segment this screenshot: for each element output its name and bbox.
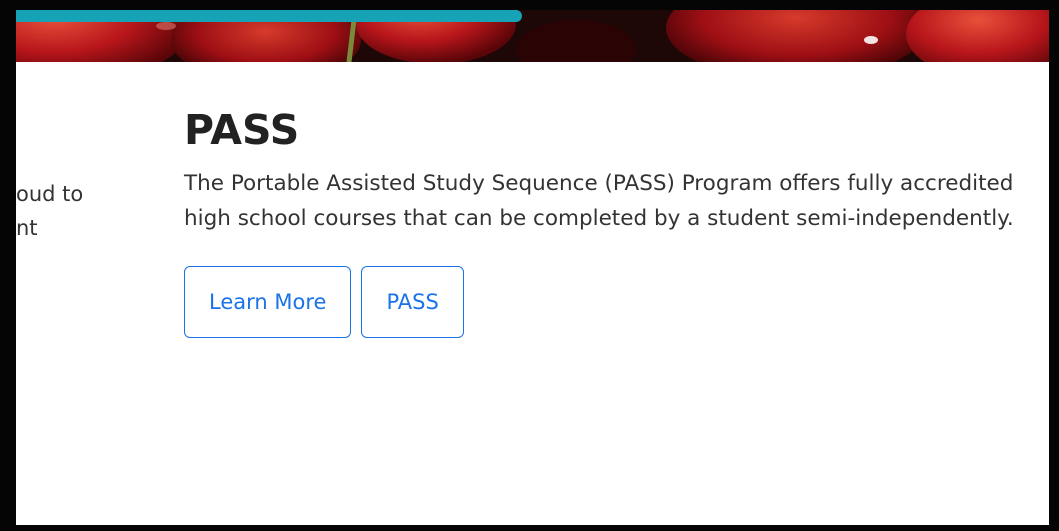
learn-more-button[interactable]: Learn More bbox=[184, 266, 352, 338]
screenshot-frame: oud to nt PASS The Portable Assisted Stu… bbox=[0, 0, 1059, 531]
previous-card-line: nt bbox=[16, 216, 38, 240]
card-button-row: Learn More PASS bbox=[184, 266, 1044, 338]
previous-card-text: oud to nt bbox=[16, 177, 126, 245]
hero-banner-image bbox=[16, 10, 1049, 62]
slide-progress-bar bbox=[16, 10, 522, 22]
carousel-content: oud to nt PASS The Portable Assisted Stu… bbox=[16, 62, 1049, 525]
card-title: PASS bbox=[184, 106, 300, 154]
previous-card-line: oud to bbox=[16, 182, 84, 206]
pass-card: PASS The Portable Assisted Study Sequenc… bbox=[184, 98, 1044, 338]
card-description: The Portable Assisted Study Sequence (PA… bbox=[184, 171, 1014, 231]
pass-button[interactable]: PASS bbox=[361, 266, 464, 338]
